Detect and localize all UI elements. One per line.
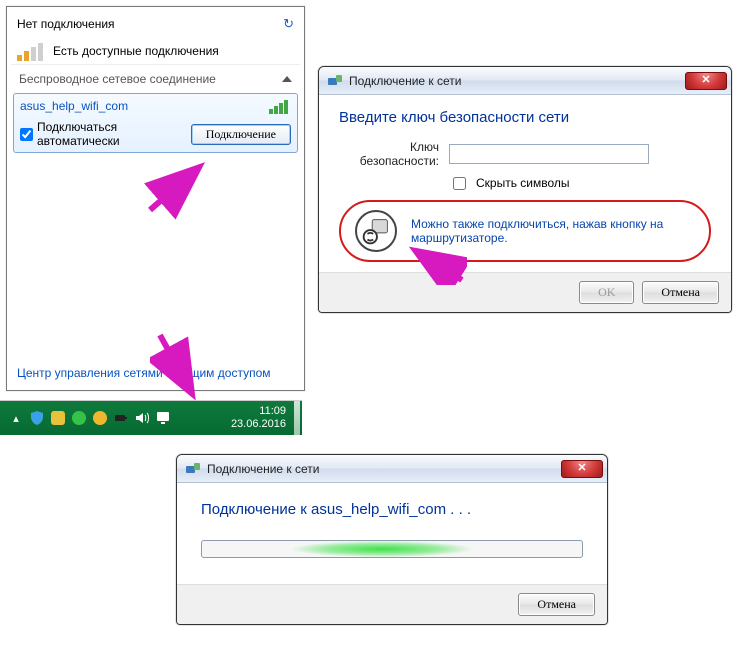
connecting-status: Подключение к asus_help_wifi_com . . . <box>201 501 583 518</box>
clock-date: 23.06.2016 <box>231 418 286 431</box>
connecting-dialog: Подключение к сети ✕ Подключение к asus_… <box>176 454 608 625</box>
network-item-selected[interactable]: asus_help_wifi_com Подключаться автомати… <box>13 93 298 153</box>
router-wps-icon <box>355 210 397 252</box>
progress-glow-icon <box>292 541 472 557</box>
tray-network-icon[interactable] <box>155 410 171 426</box>
connect-button[interactable]: Подключение <box>191 124 291 145</box>
network-connect-icon <box>327 73 343 89</box>
cancel-button[interactable]: Отмена <box>518 593 595 616</box>
tray-globe-icon[interactable] <box>71 410 87 426</box>
system-tray[interactable]: ▴ <box>8 410 171 426</box>
cancel-button[interactable]: Отмена <box>642 281 719 304</box>
network-name: asus_help_wifi_com <box>20 99 128 113</box>
close-icon: ✕ <box>701 75 710 86</box>
refresh-icon[interactable]: ↻ <box>283 16 294 32</box>
security-key-input[interactable] <box>449 144 649 164</box>
progress-bar <box>201 540 583 558</box>
router-hint-text: Можно также подключиться, нажав кнопку н… <box>411 217 679 245</box>
show-desktop-button[interactable] <box>294 401 300 435</box>
signal-bars-icon <box>17 41 45 61</box>
chevron-up-icon <box>282 76 292 82</box>
security-key-dialog: Подключение к сети ✕ Введите ключ безопа… <box>318 66 732 313</box>
network-center-link[interactable]: Центр управления сетями и общим доступом <box>17 366 271 380</box>
dialog-heading: Введите ключ безопасности сети <box>339 109 711 126</box>
auto-connect-label: Подключаться автоматически <box>37 120 183 148</box>
dialog-footer: OK Отмена <box>319 272 731 312</box>
titlebar[interactable]: Подключение к сети ✕ <box>177 455 607 483</box>
flyout-title: Нет подключения <box>17 17 115 31</box>
tray-power-icon[interactable] <box>113 410 129 426</box>
close-button[interactable]: ✕ <box>685 72 727 90</box>
close-button[interactable]: ✕ <box>561 460 603 478</box>
network-connect-icon <box>185 461 201 477</box>
dialog-title: Подключение к сети <box>349 74 461 88</box>
router-hint-bubble: Можно также подключиться, нажав кнопку н… <box>339 200 711 262</box>
titlebar[interactable]: Подключение к сети ✕ <box>319 67 731 95</box>
wireless-section-header[interactable]: Беспроводное сетевое соединение <box>11 65 300 93</box>
ok-button[interactable]: OK <box>579 281 634 304</box>
clock[interactable]: 11:09 23.06.2016 <box>231 405 290 430</box>
tray-volume-icon[interactable] <box>134 410 150 426</box>
dialog-title: Подключение к сети <box>207 462 319 476</box>
hide-characters-label: Скрыть символы <box>476 176 570 190</box>
available-text: Есть доступные подключения <box>53 44 219 58</box>
dialog-footer: Отмена <box>177 584 607 624</box>
tray-shield-icon[interactable] <box>29 410 45 426</box>
auto-connect-input[interactable] <box>20 128 33 141</box>
clock-time: 11:09 <box>231 405 286 418</box>
tray-face-icon[interactable] <box>92 410 108 426</box>
signal-bars-small-icon <box>269 98 291 114</box>
taskbar: ▴ 11:09 23.06.2016 <box>0 400 302 435</box>
auto-connect-checkbox[interactable]: Подключаться автоматически <box>20 120 183 148</box>
close-icon: ✕ <box>577 463 586 474</box>
hide-characters-checkbox[interactable] <box>453 177 466 190</box>
network-flyout: Нет подключения ↻ Есть доступные подключ… <box>6 6 305 391</box>
tray-chevron-up-icon[interactable]: ▴ <box>8 410 24 426</box>
section-label: Беспроводное сетевое соединение <box>19 72 216 86</box>
key-label: Ключ безопасности: <box>339 140 439 168</box>
tray-app-icon[interactable] <box>50 410 66 426</box>
